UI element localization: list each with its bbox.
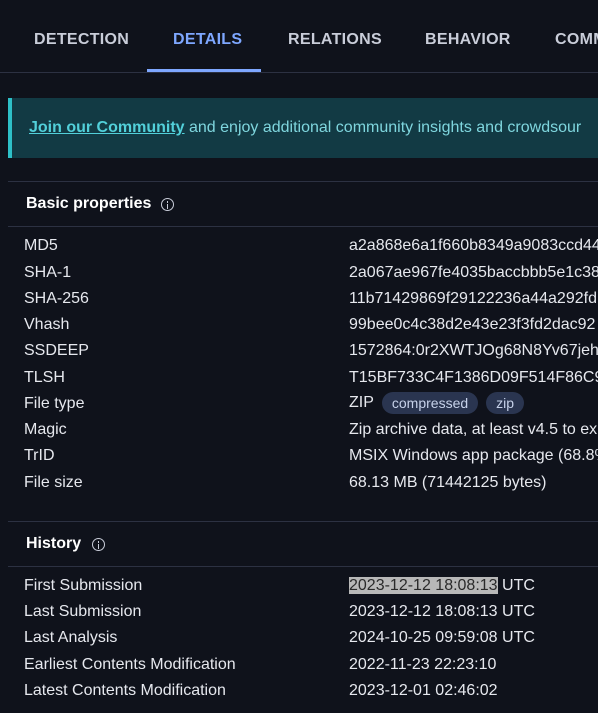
latest-contents-modification-label: Latest Contents Modification — [24, 682, 226, 699]
sha1-label: SHA-1 — [24, 264, 72, 281]
last-analysis-value: 2024-10-25 09:59:08 UTC — [349, 629, 535, 646]
info-icon[interactable] — [161, 198, 174, 211]
tlsh-label: TLSH — [24, 369, 65, 386]
vhash-value: 99bee0c4c38d2e43e23f3fd2dac92 — [349, 316, 596, 333]
section-divider — [8, 226, 598, 227]
tab-bar: DETECTION DETAILS RELATIONS BEHAVIOR COM… — [0, 0, 598, 73]
md5-label: MD5 — [24, 237, 58, 254]
ssdeep-value: 1572864:0r2XWTJOg68N8Yv67jeh4 — [349, 342, 598, 359]
tab-community[interactable]: COMM — [555, 31, 598, 49]
tab-details[interactable]: DETAILS — [173, 31, 242, 49]
sha256-value: 11b71429869f29122236a44a292fd — [349, 290, 597, 307]
magic-label: Magic — [24, 421, 67, 438]
banner-text: Join our Community and enjoy additional … — [29, 119, 581, 137]
trid-label: TrID — [24, 447, 55, 464]
file-type-label: File type — [24, 395, 85, 412]
md5-value: a2a868e6a1f660b8349a9083ccd44 — [349, 237, 598, 254]
last-submission-label: Last Submission — [24, 603, 142, 620]
first-submission-value: 2023-12-12 18:08:13 UTC — [349, 577, 535, 595]
history-title: History — [26, 535, 82, 552]
active-tab-indicator — [147, 69, 261, 72]
banner-message: and enjoy additional community insights … — [184, 119, 582, 136]
magic-value: Zip archive data, at least v4.5 to ex — [349, 421, 598, 438]
tab-relations[interactable]: RELATIONS — [288, 31, 382, 49]
tlsh-value: T15BF733C4F1386D09F514F86C9A — [349, 369, 598, 386]
info-icon[interactable] — [92, 538, 105, 551]
vhash-label: Vhash — [24, 316, 70, 333]
section-divider — [8, 566, 598, 567]
timezone-suffix: UTC — [497, 577, 535, 594]
file-size-value: 68.13 MB (71442125 bytes) — [349, 474, 547, 491]
basic-properties-title: Basic properties — [26, 195, 152, 212]
tag-chip-zip[interactable]: zip — [486, 392, 525, 414]
join-community-link[interactable]: Join our Community — [29, 119, 185, 136]
last-analysis-label: Last Analysis — [24, 629, 118, 646]
tab-detection[interactable]: DETECTION — [34, 31, 129, 49]
latest-contents-modification-value: 2023-12-01 02:46:02 — [349, 682, 498, 699]
selected-text: 2023-12-12 18:08:13 — [349, 577, 498, 594]
last-submission-value: 2023-12-12 18:08:13 UTC — [349, 603, 535, 620]
sha256-label: SHA-256 — [24, 290, 89, 307]
first-submission-label: First Submission — [24, 577, 143, 594]
tag-chip-compressed[interactable]: compressed — [381, 392, 479, 414]
community-banner: Join our Community and enjoy additional … — [8, 98, 598, 158]
section-divider — [8, 521, 598, 522]
trid-value: MSIX Windows app package (68.8% — [349, 447, 598, 464]
file-type-value: ZIP compressed zip — [349, 392, 525, 414]
section-divider — [8, 181, 598, 182]
tab-behavior[interactable]: BEHAVIOR — [425, 31, 511, 49]
file-size-label: File size — [24, 474, 83, 491]
sha1-value: 2a067ae967fe4035baccbbb5e1c38 — [349, 264, 598, 281]
earliest-contents-modification-label: Earliest Contents Modification — [24, 656, 236, 673]
earliest-contents-modification-value: 2022-11-23 22:23:10 — [349, 656, 497, 673]
file-type-text: ZIP — [349, 394, 374, 412]
ssdeep-label: SSDEEP — [24, 342, 89, 359]
